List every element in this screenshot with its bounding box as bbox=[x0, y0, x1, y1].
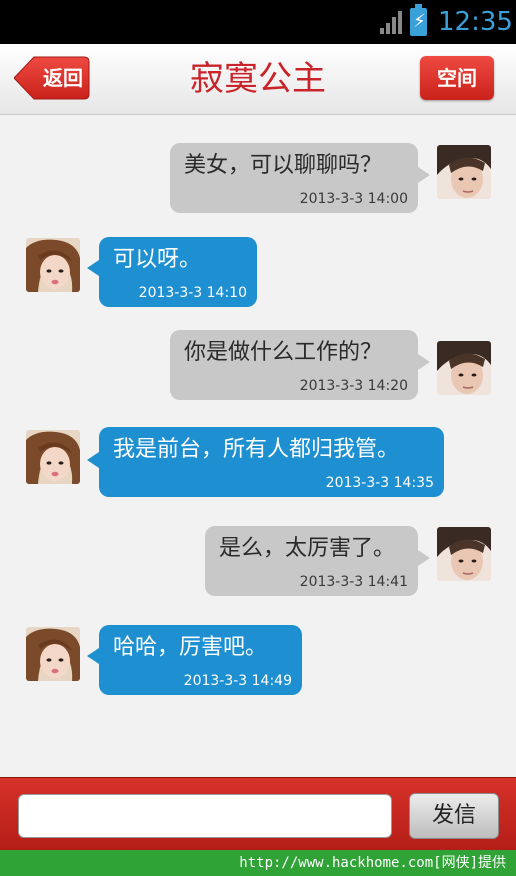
message-text: 你是做什么工作的？ bbox=[184, 340, 383, 365]
status-time: 12:35 bbox=[438, 7, 513, 37]
bubble-tail bbox=[418, 354, 430, 370]
message-input[interactable] bbox=[18, 794, 392, 838]
message-timestamp: 2013-3-3 14:20 bbox=[299, 378, 408, 394]
avatar-self[interactable] bbox=[437, 341, 491, 395]
bubble-tail bbox=[418, 167, 430, 183]
avatar-contact[interactable] bbox=[26, 627, 80, 681]
message-text: 是么，太厉害了。 bbox=[219, 536, 396, 561]
message-bubble-incoming[interactable]: 哈哈，厉害吧。 2013-3-3 14:49 bbox=[99, 625, 302, 695]
bubble-tail bbox=[87, 648, 99, 664]
avatar-self[interactable] bbox=[437, 145, 491, 199]
page-title: 寂寞公主 bbox=[190, 59, 326, 99]
message-bubble-incoming[interactable]: 可以呀。 2013-3-3 14:10 bbox=[99, 237, 257, 307]
bubble-tail bbox=[87, 452, 99, 468]
chat-screen: ⚡ 12:35 返回 寂寞公主 空间 美女，可以聊聊吗？ 2013-3-3 14… bbox=[0, 0, 516, 850]
message-list: 美女，可以聊聊吗？ 2013-3-3 14:00 可以呀。 2013-3-3 1… bbox=[0, 115, 516, 777]
message-bubble-incoming[interactable]: 我是前台，所有人都归我管。 2013-3-3 14:35 bbox=[99, 427, 444, 497]
message-bubble-outgoing[interactable]: 美女，可以聊聊吗？ 2013-3-3 14:00 bbox=[170, 143, 418, 213]
battery-icon: ⚡ bbox=[410, 4, 427, 36]
avatar-contact[interactable] bbox=[26, 430, 80, 484]
watermark-bar: http://www.hackhome.com[网侠]提供 bbox=[0, 850, 516, 876]
message-timestamp: 2013-3-3 14:49 bbox=[183, 673, 292, 689]
space-button[interactable]: 空间 bbox=[420, 56, 494, 100]
message-text: 我是前台，所有人都归我管。 bbox=[113, 437, 400, 462]
message-text: 美女，可以聊聊吗？ bbox=[184, 153, 383, 178]
message-timestamp: 2013-3-3 14:35 bbox=[325, 475, 434, 491]
back-button[interactable]: 返回 bbox=[14, 56, 90, 100]
message-text: 哈哈，厉害吧。 bbox=[113, 635, 268, 660]
message-bubble-outgoing[interactable]: 你是做什么工作的？ 2013-3-3 14:20 bbox=[170, 330, 418, 400]
bubble-tail bbox=[87, 260, 99, 276]
message-timestamp: 2013-3-3 14:10 bbox=[138, 285, 247, 301]
header-bar: 返回 寂寞公主 空间 bbox=[0, 44, 516, 115]
avatar-contact[interactable] bbox=[26, 238, 80, 292]
message-text: 可以呀。 bbox=[113, 247, 202, 272]
bubble-tail bbox=[418, 550, 430, 566]
signal-icon bbox=[380, 11, 402, 34]
send-button[interactable]: 发信 bbox=[409, 793, 499, 839]
message-timestamp: 2013-3-3 14:41 bbox=[299, 574, 408, 590]
message-bubble-outgoing[interactable]: 是么，太厉害了。 2013-3-3 14:41 bbox=[205, 526, 418, 596]
avatar-self[interactable] bbox=[437, 527, 491, 581]
composer-bar: 发信 bbox=[0, 777, 516, 850]
back-button-label: 返回 bbox=[43, 66, 83, 90]
status-bar: ⚡ 12:35 bbox=[0, 0, 516, 44]
message-timestamp: 2013-3-3 14:00 bbox=[299, 191, 408, 207]
watermark-text: http://www.hackhome.com[网侠]提供 bbox=[239, 855, 506, 871]
